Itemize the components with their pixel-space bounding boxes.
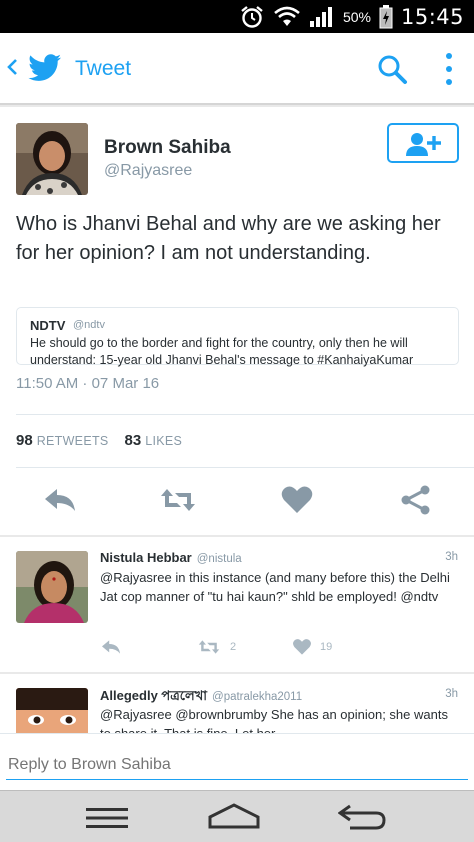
system-nav-bar xyxy=(0,790,474,842)
like-icon xyxy=(293,639,311,655)
menu-icon[interactable] xyxy=(86,807,128,829)
reply-author-name: Allegedly পত্রলেখা xyxy=(100,688,208,703)
likes-label[interactable]: LIKES xyxy=(145,434,182,448)
author-name[interactable]: Brown Sahiba xyxy=(104,137,231,159)
more-options-icon[interactable] xyxy=(444,52,454,86)
clock: 15:45 xyxy=(400,5,464,29)
author-avatar[interactable] xyxy=(16,123,88,195)
share-icon[interactable] xyxy=(399,485,433,515)
retweets-label[interactable]: RETWEETS xyxy=(37,434,109,448)
reply-like-action[interactable]: 19 xyxy=(292,637,332,657)
search-icon[interactable] xyxy=(376,53,408,85)
likes-count[interactable]: 83 xyxy=(125,432,142,449)
back-nav-icon[interactable] xyxy=(338,804,386,830)
add-user-icon xyxy=(406,133,441,156)
alarm-icon xyxy=(241,6,263,28)
reply-time: 3h xyxy=(445,688,458,700)
quoted-author-handle: @ndtv xyxy=(73,319,105,331)
reply-text: @Rajyasree @brownbrumby She has an opini… xyxy=(100,707,448,733)
reply-icon[interactable] xyxy=(43,485,77,515)
tweet-actions xyxy=(0,485,474,521)
main-tweet: Brown Sahiba @Rajyasree Who is Jhanvi Be… xyxy=(0,107,474,535)
retweets-count[interactable]: 98 xyxy=(16,432,33,449)
reply-text: @Rajyasree in this instance (and many be… xyxy=(100,570,450,604)
retweet-icon[interactable] xyxy=(159,485,197,515)
divider xyxy=(16,414,474,415)
status-bar: 50% 15:45 xyxy=(0,0,474,33)
reply-author-handle: @patralekha2011 xyxy=(212,691,303,703)
tweet-text: Who is Jhanvi Behal and why are we askin… xyxy=(16,213,441,264)
reply-retweet-action[interactable]: 2 xyxy=(196,637,236,657)
reply-author[interactable]: Nistula Hebbar @nistula xyxy=(100,550,242,565)
reply-retweet-count: 2 xyxy=(230,641,237,653)
tweet-timestamp: 11:50 AM · 07 Mar 16 xyxy=(16,375,160,392)
reply-input[interactable] xyxy=(6,750,468,780)
reply-author-name: Nistula Hebbar xyxy=(100,550,192,565)
reply-actions: 2 19 xyxy=(100,637,460,659)
twitter-bird-icon xyxy=(28,54,61,81)
page-title: Tweet xyxy=(75,57,132,80)
home-icon[interactable] xyxy=(208,803,260,829)
reply-like-count: 19 xyxy=(320,641,333,653)
app-header: Tweet xyxy=(0,33,474,105)
reply-time: 3h xyxy=(445,551,458,563)
like-icon[interactable] xyxy=(280,485,314,515)
reply-tweet[interactable]: Nistula Hebbar @nistula 3h @Rajyasree in … xyxy=(0,537,474,672)
battery-charging-icon xyxy=(379,5,393,29)
reply-composer xyxy=(0,733,474,790)
quoted-tweet[interactable]: NDTV @ndtv He should go to the border an… xyxy=(16,307,459,367)
divider xyxy=(16,467,474,468)
wifi-icon xyxy=(274,6,300,26)
signal-icon xyxy=(309,7,332,27)
reply-icon xyxy=(102,640,120,654)
quoted-tweet-text: He should go to the border and fight for… xyxy=(30,336,414,367)
reply-reply-action[interactable] xyxy=(100,637,122,657)
follow-button[interactable] xyxy=(387,123,459,163)
back-icon[interactable] xyxy=(6,57,18,77)
retweet-icon xyxy=(198,640,220,654)
reply-tweet[interactable]: Allegedly পত্রলেখা @patralekha2011 3h @Ra… xyxy=(0,674,474,733)
quoted-author-name: NDTV xyxy=(30,318,66,333)
author-handle[interactable]: @Rajyasree xyxy=(104,162,192,180)
tweet-stats: 98 RETWEETS 83 LIKES xyxy=(16,432,182,449)
reply-author-handle: @nistula xyxy=(196,553,242,565)
battery-percent: 50% xyxy=(342,9,371,25)
reply-avatar[interactable] xyxy=(16,688,88,733)
reply-avatar[interactable] xyxy=(16,551,88,623)
